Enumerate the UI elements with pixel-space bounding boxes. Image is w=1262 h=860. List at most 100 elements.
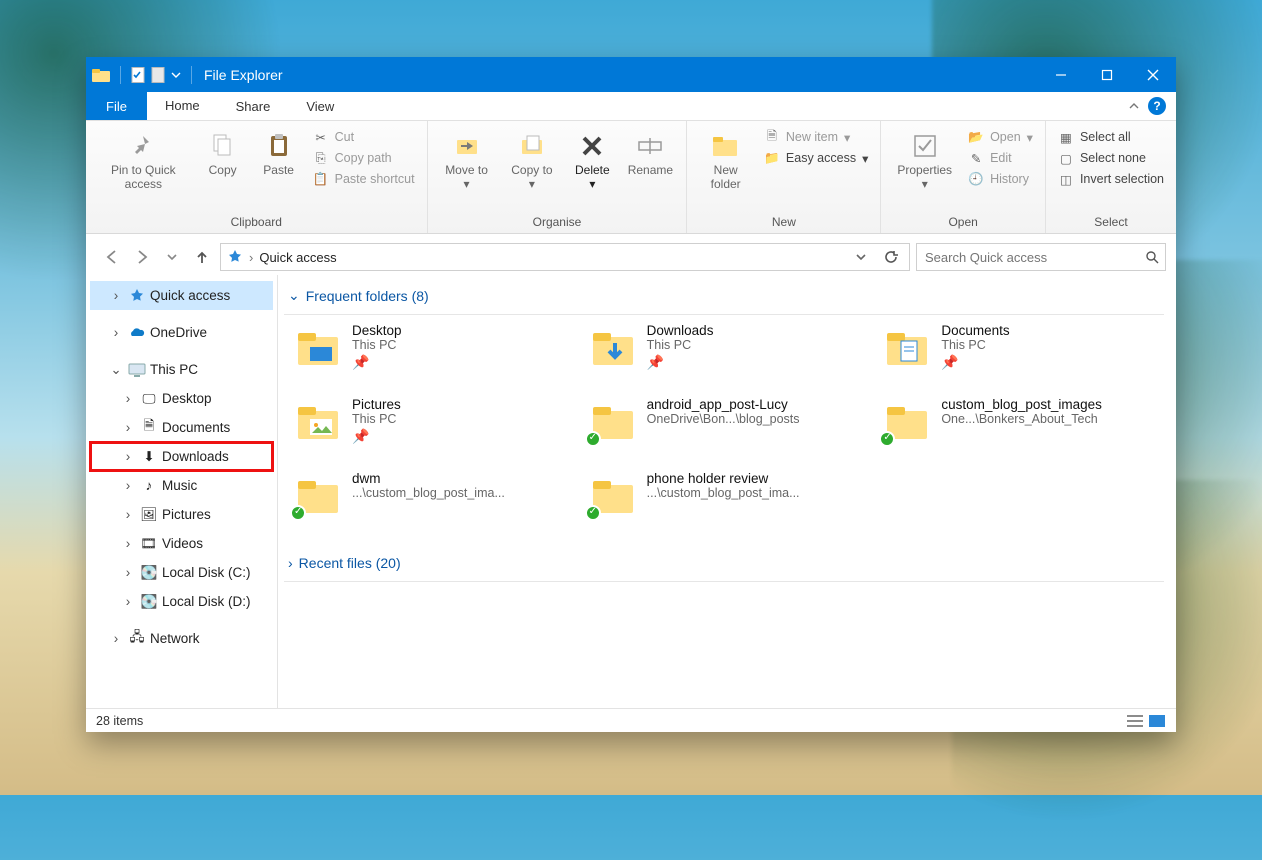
qat-dropdown-icon[interactable] xyxy=(171,70,181,80)
select-none-button[interactable]: ▢Select none xyxy=(1054,149,1168,167)
tree-quick-access[interactable]: › Quick access xyxy=(90,281,273,310)
cut-button[interactable]: ✂Cut xyxy=(309,128,419,146)
breadcrumb[interactable]: Quick access xyxy=(259,250,336,265)
folder-path: One...\Bonkers_About_Tech xyxy=(941,412,1102,426)
chevron-right-icon: › xyxy=(120,507,136,522)
pin-to-quick-access-button[interactable]: Pin to Quick access xyxy=(94,126,193,196)
copy-to-button[interactable]: Copy to ▾ xyxy=(502,126,563,196)
search-box[interactable] xyxy=(916,243,1166,271)
maximize-button[interactable] xyxy=(1084,57,1130,92)
folder-item[interactable]: custom_blog_post_imagesOne...\Bonkers_Ab… xyxy=(883,395,1164,459)
qat-separator xyxy=(120,66,121,84)
delete-button[interactable]: Delete▾ xyxy=(566,126,618,196)
folder-item[interactable]: PicturesThis PC📌 xyxy=(294,395,575,459)
collapse-ribbon-icon[interactable] xyxy=(1128,100,1140,112)
folder-path: OneDrive\Bon...\blog_posts xyxy=(647,412,800,426)
section-recent[interactable]: › Recent files (20) xyxy=(284,551,1164,579)
navigation-pane: › Quick access › OneDrive ⌄ This PC ›🖵De… xyxy=(86,275,278,708)
chevron-right-icon: › xyxy=(120,594,136,609)
ribbon-group-organise: Move to ▾ Copy to ▾ Delete▾ Rename Organ… xyxy=(428,121,688,233)
frequent-folders-grid: DesktopThis PC📌DownloadsThis PC📌Document… xyxy=(294,321,1164,533)
status-item-count: 28 items xyxy=(96,714,143,728)
section-frequent[interactable]: ⌄ Frequent folders (8) xyxy=(284,283,1164,312)
folder-icon xyxy=(589,469,637,517)
rename-button[interactable]: Rename xyxy=(622,126,678,182)
help-icon[interactable]: ? xyxy=(1148,97,1166,115)
back-button[interactable] xyxy=(100,245,124,269)
chevron-down-icon: ▾ xyxy=(1027,130,1033,145)
new-item-button[interactable]: 🗎New item ▾ xyxy=(760,128,872,146)
chevron-right-icon: › xyxy=(108,288,124,303)
copy-button[interactable]: Copy xyxy=(197,126,249,182)
tab-view[interactable]: View xyxy=(288,92,352,120)
drive-icon: 💽 xyxy=(140,593,158,611)
copy-path-button[interactable]: ⎘Copy path xyxy=(309,149,419,167)
search-icon[interactable] xyxy=(1145,250,1159,264)
ribbon-group-select: ▦Select all ▢Select none ◫Invert selecti… xyxy=(1046,121,1176,233)
minimize-button[interactable] xyxy=(1038,57,1084,92)
folder-item[interactable]: dwm...\custom_blog_post_ima... xyxy=(294,469,575,533)
pin-icon: 📌 xyxy=(352,428,401,445)
address-dropdown-button[interactable] xyxy=(849,245,873,269)
large-icons-view-icon[interactable] xyxy=(1148,714,1166,728)
folder-item[interactable]: android_app_post-LucyOneDrive\Bon...\blo… xyxy=(589,395,870,459)
folder-item[interactable]: DownloadsThis PC📌 xyxy=(589,321,870,385)
tree-onedrive[interactable]: › OneDrive xyxy=(90,318,273,347)
easy-access-button[interactable]: 📁Easy access ▾ xyxy=(760,149,872,167)
select-all-button[interactable]: ▦Select all xyxy=(1054,128,1168,146)
history-button[interactable]: 🕘History xyxy=(964,170,1037,188)
this-pc-icon xyxy=(128,361,146,379)
search-input[interactable] xyxy=(923,249,1145,266)
details-view-icon[interactable] xyxy=(1126,714,1144,728)
tree-documents[interactable]: ›🗎Documents xyxy=(90,413,273,442)
properties-button[interactable]: Properties▾ xyxy=(889,126,960,196)
folder-path: This PC xyxy=(941,338,1009,352)
rename-icon xyxy=(634,130,666,162)
folder-icon xyxy=(294,395,342,443)
folder-item[interactable]: DocumentsThis PC📌 xyxy=(883,321,1164,385)
qat-properties-icon[interactable] xyxy=(131,67,145,83)
tree-downloads[interactable]: ›⬇Downloads xyxy=(90,442,273,471)
recent-locations-button[interactable] xyxy=(160,245,184,269)
tree-pictures[interactable]: ›🖼Pictures xyxy=(90,500,273,529)
easy-access-icon: 📁 xyxy=(764,150,780,166)
folder-item[interactable]: DesktopThis PC📌 xyxy=(294,321,575,385)
chevron-right-icon: › xyxy=(249,250,253,265)
tab-file[interactable]: File xyxy=(86,92,147,120)
tree-music[interactable]: ›♪Music xyxy=(90,471,273,500)
forward-button[interactable] xyxy=(130,245,154,269)
cut-icon: ✂ xyxy=(313,129,329,145)
chevron-down-icon: ▾ xyxy=(844,130,850,145)
tree-local-c[interactable]: ›💽Local Disk (C:) xyxy=(90,558,273,587)
ribbon: Pin to Quick access Copy Paste ✂Cut ⎘Cop… xyxy=(86,121,1176,234)
refresh-button[interactable] xyxy=(879,245,903,269)
folder-item[interactable]: phone holder review...\custom_blog_post_… xyxy=(589,469,870,533)
folder-icon xyxy=(589,395,637,443)
paste-shortcut-button[interactable]: 📋Paste shortcut xyxy=(309,170,419,188)
select-none-icon: ▢ xyxy=(1058,150,1074,166)
tree-local-d[interactable]: ›💽Local Disk (D:) xyxy=(90,587,273,616)
folder-icon xyxy=(883,321,931,369)
folder-path: ...\custom_blog_post_ima... xyxy=(352,486,505,500)
quick-access-star-icon xyxy=(227,249,243,265)
paste-button[interactable]: Paste xyxy=(253,126,305,182)
address-bar[interactable]: › Quick access xyxy=(220,243,910,271)
chevron-right-icon: › xyxy=(120,565,136,580)
up-button[interactable] xyxy=(190,245,214,269)
close-button[interactable] xyxy=(1130,57,1176,92)
move-to-button[interactable]: Move to ▾ xyxy=(436,126,498,196)
tab-share[interactable]: Share xyxy=(218,92,289,120)
edit-button[interactable]: ✎Edit xyxy=(964,149,1037,167)
tree-this-pc[interactable]: ⌄ This PC xyxy=(90,355,273,384)
qat-newfolder-icon[interactable] xyxy=(151,67,165,83)
tree-network[interactable]: ›🖧Network xyxy=(90,624,273,653)
ribbon-group-new: New folder 🗎New item ▾ 📁Easy access ▾ Ne… xyxy=(687,121,881,233)
invert-selection-button[interactable]: ◫Invert selection xyxy=(1054,170,1168,188)
new-folder-button[interactable]: New folder xyxy=(695,126,755,196)
open-button[interactable]: 📂Open ▾ xyxy=(964,128,1037,146)
tree-videos[interactable]: ›🎞Videos xyxy=(90,529,273,558)
tab-home[interactable]: Home xyxy=(147,92,218,120)
tree-desktop[interactable]: ›🖵Desktop xyxy=(90,384,273,413)
open-icon: 📂 xyxy=(968,129,984,145)
folder-path: This PC xyxy=(647,338,714,352)
